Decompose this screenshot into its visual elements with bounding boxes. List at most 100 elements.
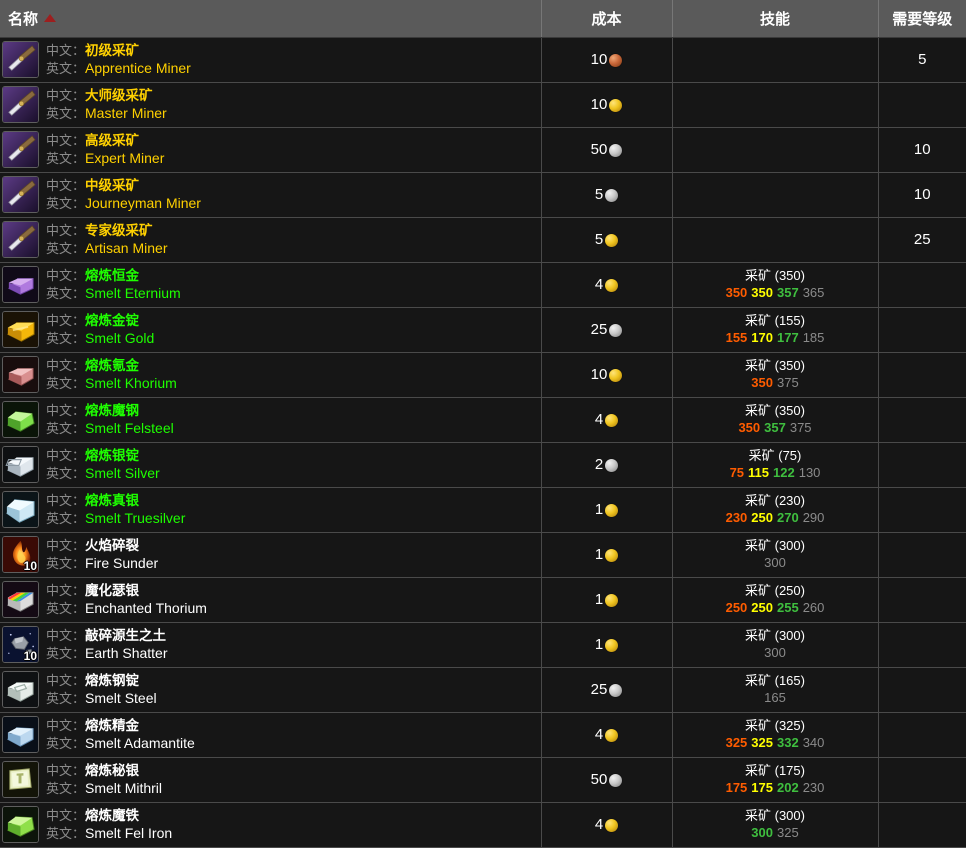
label-english: 英文： xyxy=(46,106,85,121)
recipe-name-english[interactable]: Master Miner xyxy=(85,105,167,121)
recipe-name-english[interactable]: Smelt Silver xyxy=(85,465,160,481)
table-row[interactable]: 中文：熔炼氪金英文：Smelt Khorium10采矿 (350)350375 xyxy=(0,352,966,397)
name-row-chinese: 中文：熔炼钢锭 xyxy=(46,673,139,688)
recipe-name-chinese[interactable]: 熔炼秘银 xyxy=(85,763,139,778)
table-row[interactable]: 中文：熔炼恒金英文：Smelt Eternium4采矿 (350)3503503… xyxy=(0,262,966,307)
truesilver-bar-icon[interactable] xyxy=(2,491,39,528)
pickaxe-icon[interactable] xyxy=(2,41,39,78)
table-row[interactable]: 中文：专家级采矿英文：Artisan Miner525 xyxy=(0,217,966,262)
recipe-name-chinese[interactable]: 初级采矿 xyxy=(85,43,139,58)
skill-thresholds: 230250270290 xyxy=(673,510,878,526)
gold-coin-icon xyxy=(605,414,618,427)
skill-threshold-green: 122 xyxy=(773,465,795,480)
recipe-name-english[interactable]: Expert Miner xyxy=(85,150,164,166)
recipe-name-chinese[interactable]: 高级采矿 xyxy=(85,133,139,148)
recipe-name-english[interactable]: Smelt Fel Iron xyxy=(85,825,172,841)
recipe-name-chinese[interactable]: 专家级采矿 xyxy=(85,223,153,238)
recipe-name-chinese[interactable]: 火焰碎裂 xyxy=(85,538,139,553)
enchanted-thorium-icon[interactable] xyxy=(2,581,39,618)
recipe-name-english[interactable]: Smelt Felsteel xyxy=(85,420,174,436)
table-row[interactable]: 中文：熔炼银锭英文：Smelt Silver2采矿 (75)7511512213… xyxy=(0,442,966,487)
skill-threshold-orange: 350 xyxy=(726,285,748,300)
pickaxe-icon[interactable] xyxy=(2,221,39,258)
recipe-name-chinese[interactable]: 熔炼魔铁 xyxy=(85,808,139,823)
recipe-name-english[interactable]: Artisan Miner xyxy=(85,240,167,256)
column-header-required-level[interactable]: 需要等级 xyxy=(878,0,966,37)
eternium-bar-icon[interactable] xyxy=(2,266,39,303)
table-row[interactable]: 中文：中级采矿英文：Journeyman Miner510 xyxy=(0,172,966,217)
felsteel-bar-icon[interactable] xyxy=(2,401,39,438)
recipe-name-english[interactable]: Apprentice Miner xyxy=(85,60,191,76)
name-row-chinese: 中文：熔炼金锭 xyxy=(46,313,139,328)
silver-bar-icon[interactable] xyxy=(2,446,39,483)
column-header-skill[interactable]: 技能 xyxy=(672,0,878,37)
table-row[interactable]: 中文：大师级采矿英文：Master Miner10 xyxy=(0,82,966,127)
gold-bar-icon[interactable] xyxy=(2,311,39,348)
steel-bar-icon[interactable] xyxy=(2,671,39,708)
recipe-name-chinese[interactable]: 中级采矿 xyxy=(85,178,139,193)
recipe-name-chinese[interactable]: 熔炼金锭 xyxy=(85,313,139,328)
table-row[interactable]: 中文：熔炼金锭英文：Smelt Gold25采矿 (155)1551701771… xyxy=(0,307,966,352)
name-row-chinese: 中文：魔化瑟银 xyxy=(46,583,139,598)
cell-name: 中文：熔炼金锭英文：Smelt Gold xyxy=(0,307,541,352)
table-row[interactable]: 中文：熔炼秘银英文：Smelt Mithril50采矿 (175)1751752… xyxy=(0,757,966,802)
name-row-chinese: 中文：专家级采矿 xyxy=(46,223,153,238)
pickaxe-icon[interactable] xyxy=(2,176,39,213)
recipe-name-chinese[interactable]: 敲碎源生之土 xyxy=(85,628,166,643)
cost-amount: 10 xyxy=(591,96,608,113)
column-header-required-level-label: 需要等级 xyxy=(892,11,952,28)
recipe-name-chinese[interactable]: 熔炼真银 xyxy=(85,493,139,508)
name-wrap: 中文：熔炼魔钢英文：Smelt Felsteel xyxy=(2,401,541,438)
fire-sunder-icon[interactable]: 10 xyxy=(2,536,39,573)
name-wrap: 中文：中级采矿英文：Journeyman Miner xyxy=(2,176,541,213)
recipe-name-english[interactable]: Smelt Truesilver xyxy=(85,510,185,526)
table-row[interactable]: 中文：熔炼魔钢英文：Smelt Felsteel4采矿 (350)3503573… xyxy=(0,397,966,442)
skill-threshold-gray: 260 xyxy=(803,600,825,615)
cell-name: 中文：熔炼真银英文：Smelt Truesilver xyxy=(0,487,541,532)
adamantite-bar-icon[interactable] xyxy=(2,716,39,753)
recipe-name-chinese[interactable]: 熔炼钢锭 xyxy=(85,673,139,688)
name-wrap: 10中文：火焰碎裂英文：Fire Sunder xyxy=(2,536,541,573)
table-row[interactable]: 中文：魔化瑟银英文：Enchanted Thorium1采矿 (250)2502… xyxy=(0,577,966,622)
label-english: 英文： xyxy=(46,511,85,526)
cost-value-wrap: 25 xyxy=(591,321,623,338)
table-row[interactable]: 中文：熔炼真银英文：Smelt Truesilver1采矿 (230)23025… xyxy=(0,487,966,532)
recipe-name-english[interactable]: Smelt Eternium xyxy=(85,285,181,301)
recipe-name-chinese[interactable]: 熔炼魔钢 xyxy=(85,403,139,418)
cost-value-wrap: 4 xyxy=(595,816,618,833)
earth-shatter-icon[interactable]: 10 xyxy=(2,626,39,663)
recipe-name-chinese[interactable]: 熔炼恒金 xyxy=(85,268,139,283)
recipe-name-chinese[interactable]: 熔炼氪金 xyxy=(85,358,139,373)
recipe-name-chinese[interactable]: 魔化瑟银 xyxy=(85,583,139,598)
table-row[interactable]: 10中文：敲碎源生之土英文：Earth Shatter1采矿 (300)300 xyxy=(0,622,966,667)
recipe-name-english[interactable]: Enchanted Thorium xyxy=(85,600,207,616)
table-row[interactable]: 10中文：火焰碎裂英文：Fire Sunder1采矿 (300)300 xyxy=(0,532,966,577)
cell-name: 10中文：火焰碎裂英文：Fire Sunder xyxy=(0,532,541,577)
table-row[interactable]: 中文：熔炼钢锭英文：Smelt Steel25采矿 (165)165 xyxy=(0,667,966,712)
column-header-name[interactable]: 名称 xyxy=(0,0,541,37)
column-header-cost[interactable]: 成本 xyxy=(541,0,672,37)
skill-requirement-value: 350 xyxy=(779,268,801,283)
recipe-name-english[interactable]: Smelt Adamantite xyxy=(85,735,195,751)
pickaxe-icon[interactable] xyxy=(2,86,39,123)
recipe-name-english[interactable]: Journeyman Miner xyxy=(85,195,201,211)
cost-amount: 2 xyxy=(595,456,603,473)
table-row[interactable]: 中文：初级采矿英文：Apprentice Miner105 xyxy=(0,37,966,82)
khorium-bar-icon[interactable] xyxy=(2,356,39,393)
recipe-name-english[interactable]: Smelt Khorium xyxy=(85,375,177,391)
fel-iron-bar-icon[interactable] xyxy=(2,806,39,843)
recipe-name-english[interactable]: Smelt Steel xyxy=(85,690,157,706)
recipe-name-chinese[interactable]: 熔炼银锭 xyxy=(85,448,139,463)
recipe-name-english[interactable]: Fire Sunder xyxy=(85,555,158,571)
mithril-bar-icon[interactable] xyxy=(2,761,39,798)
recipe-name-chinese[interactable]: 熔炼精金 xyxy=(85,718,139,733)
pickaxe-icon[interactable] xyxy=(2,131,39,168)
recipe-name-english[interactable]: Smelt Gold xyxy=(85,330,154,346)
table-row[interactable]: 中文：高级采矿英文：Expert Miner5010 xyxy=(0,127,966,172)
recipe-name-chinese[interactable]: 大师级采矿 xyxy=(85,88,153,103)
skill-thresholds: 155170177185 xyxy=(673,330,878,346)
table-row[interactable]: 中文：熔炼精金英文：Smelt Adamantite4采矿 (325)32532… xyxy=(0,712,966,757)
table-row[interactable]: 中文：熔炼魔铁英文：Smelt Fel Iron4采矿 (300)300325 xyxy=(0,802,966,847)
recipe-name-english[interactable]: Smelt Mithril xyxy=(85,780,162,796)
recipe-name-english[interactable]: Earth Shatter xyxy=(85,645,168,661)
